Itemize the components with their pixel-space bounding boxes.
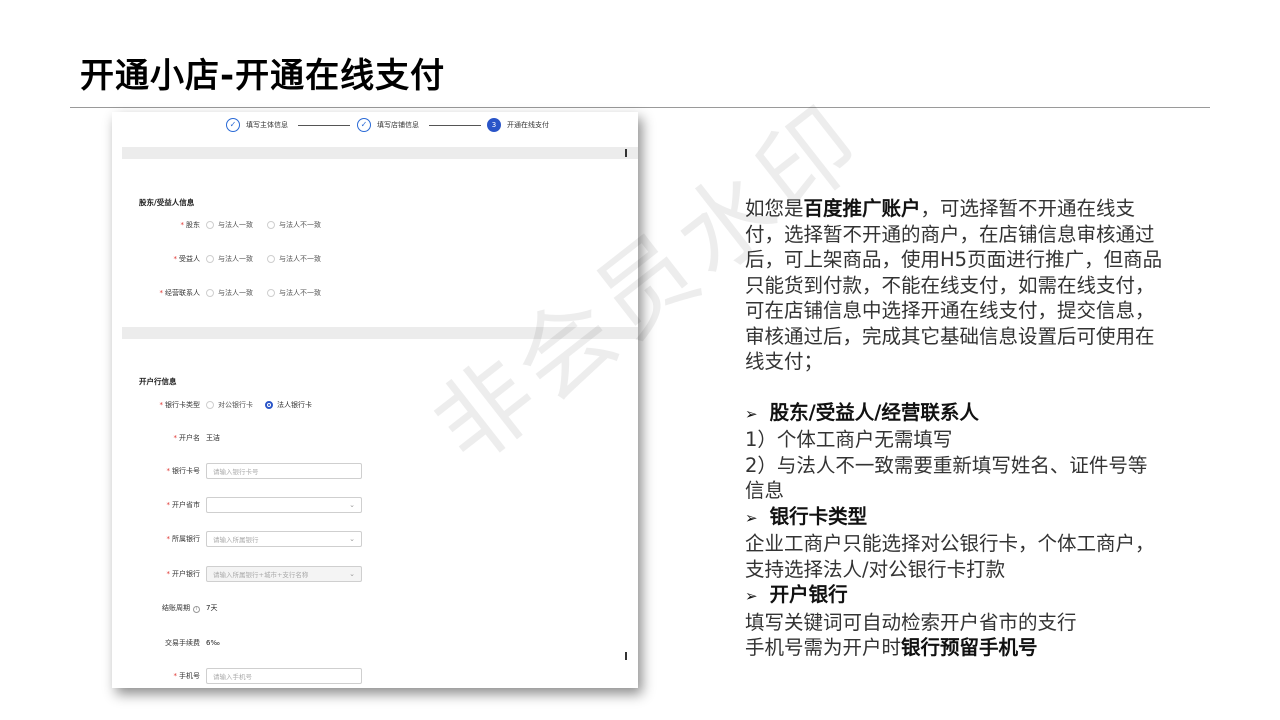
phone-input[interactable]: 请输入手机号	[206, 668, 362, 684]
section-divider	[122, 147, 638, 159]
arrow-bullet-icon: ➢	[745, 587, 758, 605]
province-select[interactable]: ⌄	[206, 497, 362, 513]
radio-icon	[267, 289, 275, 297]
intro-paragraph: 如您是百度推广账户，可选择暂不开通在线支付，选择暂不开通的商户，在店铺信息审核通…	[745, 197, 1163, 373]
step-label: 开通在线支付	[507, 121, 549, 129]
scrollbar-mark[interactable]	[625, 652, 627, 660]
note-line: 1）个体工商户无需填写	[745, 428, 953, 451]
radio-icon	[267, 255, 275, 263]
field-label: * 受益人	[173, 255, 201, 263]
title-divider	[70, 107, 1210, 108]
fee-value: 6‰	[206, 639, 220, 647]
field-label: * 银行卡类型	[159, 401, 201, 409]
note-line: 填写关键词可自动检索开户省市的支行	[745, 610, 1077, 634]
bank-row: * 所属银行 请输入所属银行 ⌄	[112, 531, 362, 547]
field-label: 交易手续费	[165, 639, 200, 647]
arrow-bullet-icon: ➢	[745, 508, 758, 527]
step-label: 填写店铺信息	[377, 121, 419, 129]
radio-legal-person-card[interactable]: 法人银行卡	[265, 400, 312, 410]
chevron-down-icon: ⌄	[349, 501, 355, 509]
info-icon[interactable]: i	[193, 606, 200, 613]
arrow-bullet-icon: ➢	[745, 404, 758, 423]
account-name-value: 王洁	[206, 434, 220, 442]
contact-row: * 经营联系人 与法人一致 与法人不一致	[112, 288, 335, 298]
heading-card-type: ➢ 银行卡类型	[745, 504, 868, 528]
phone-row: * 手机号 请输入手机号	[112, 668, 362, 684]
bank-section-title: 开户行信息	[139, 377, 177, 386]
radio-same[interactable]: 与法人一致	[206, 220, 253, 230]
step-2[interactable]: ✓ 填写店铺信息	[357, 118, 419, 132]
branch-row: * 开户银行 请输入所属银行+城市+支行名称 ⌄	[112, 566, 362, 582]
shareholder-row: * 股东 与法人一致 与法人不一致	[112, 220, 335, 230]
stepper: ✓ 填写主体信息 ✓ 填写店铺信息 3 开通在线支付	[112, 112, 638, 138]
form-screenshot: ✓ 填写主体信息 ✓ 填写店铺信息 3 开通在线支付 股东/受益人信息 * 股东 …	[112, 112, 638, 688]
field-label: * 开户银行	[166, 570, 201, 578]
field-label: * 手机号	[173, 672, 201, 680]
radio-same[interactable]: 与法人一致	[206, 254, 253, 264]
field-label: * 开户省市	[166, 501, 201, 509]
shareholder-section-title: 股东/受益人信息	[139, 198, 195, 207]
field-label: * 所属银行	[166, 535, 201, 543]
radio-icon	[206, 221, 214, 229]
field-label: * 股东	[180, 221, 201, 229]
note-line: 企业工商户只能选择对公银行卡，个体工商户，支持选择法人/对公银行卡打款	[745, 532, 1155, 581]
radio-icon	[206, 255, 214, 263]
bank-select[interactable]: 请输入所属银行 ⌄	[206, 531, 362, 547]
radio-different[interactable]: 与法人不一致	[267, 254, 321, 264]
notes-panel: 如您是百度推广账户，可选择暂不开通在线支付，选择暂不开通的商户，在店铺信息审核通…	[745, 196, 1165, 661]
radio-different[interactable]: 与法人不一致	[267, 288, 321, 298]
step-label: 填写主体信息	[246, 121, 288, 129]
card-number-input[interactable]: 请输入银行卡号	[206, 463, 362, 479]
step-connector	[298, 125, 350, 126]
card-type-row: * 银行卡类型 对公银行卡 法人银行卡	[112, 400, 326, 410]
check-icon: ✓	[226, 118, 240, 132]
heading-shareholder: ➢ 股东/受益人/经营联系人	[745, 400, 979, 424]
settle-row: 结账周期 i 7天	[112, 603, 217, 613]
radio-different[interactable]: 与法人不一致	[267, 220, 321, 230]
step-number: 3	[487, 118, 501, 132]
section-divider	[122, 327, 638, 339]
scrollbar-mark[interactable]	[625, 149, 627, 157]
step-1[interactable]: ✓ 填写主体信息	[226, 118, 288, 132]
radio-icon	[206, 401, 214, 409]
account-name-row: * 开户名 王洁	[112, 433, 221, 443]
radio-icon	[267, 221, 275, 229]
settle-value: 7天	[206, 604, 218, 612]
radio-same[interactable]: 与法人一致	[206, 288, 253, 298]
radio-icon	[206, 289, 214, 297]
branch-select[interactable]: 请输入所属银行+城市+支行名称 ⌄	[206, 566, 362, 582]
field-label: * 开户名	[173, 434, 201, 442]
chevron-down-icon: ⌄	[349, 570, 355, 578]
note-line: 2）与法人不一致需要重新填写姓名、证件号等信息	[745, 453, 1148, 503]
step-3[interactable]: 3 开通在线支付	[487, 118, 549, 132]
fee-row: 交易手续费 6‰	[112, 638, 220, 648]
province-row: * 开户省市 ⌄	[112, 497, 362, 513]
step-connector	[429, 125, 481, 126]
page-title: 开通小店-开通在线支付	[80, 56, 446, 96]
field-label: * 银行卡号	[166, 467, 201, 475]
check-icon: ✓	[357, 118, 371, 132]
radio-corporate-card[interactable]: 对公银行卡	[206, 400, 253, 410]
beneficiary-row: * 受益人 与法人一致 与法人不一致	[112, 254, 335, 264]
field-label: 结账周期 i	[112, 603, 206, 613]
radio-selected-icon	[265, 401, 273, 409]
note-line: 手机号需为开户时银行预留手机号	[745, 636, 1038, 659]
heading-bank: ➢ 开户银行	[745, 583, 848, 606]
chevron-down-icon: ⌄	[349, 535, 355, 543]
card-number-row: * 银行卡号 请输入银行卡号	[112, 463, 362, 479]
field-label: * 经营联系人	[159, 289, 201, 297]
